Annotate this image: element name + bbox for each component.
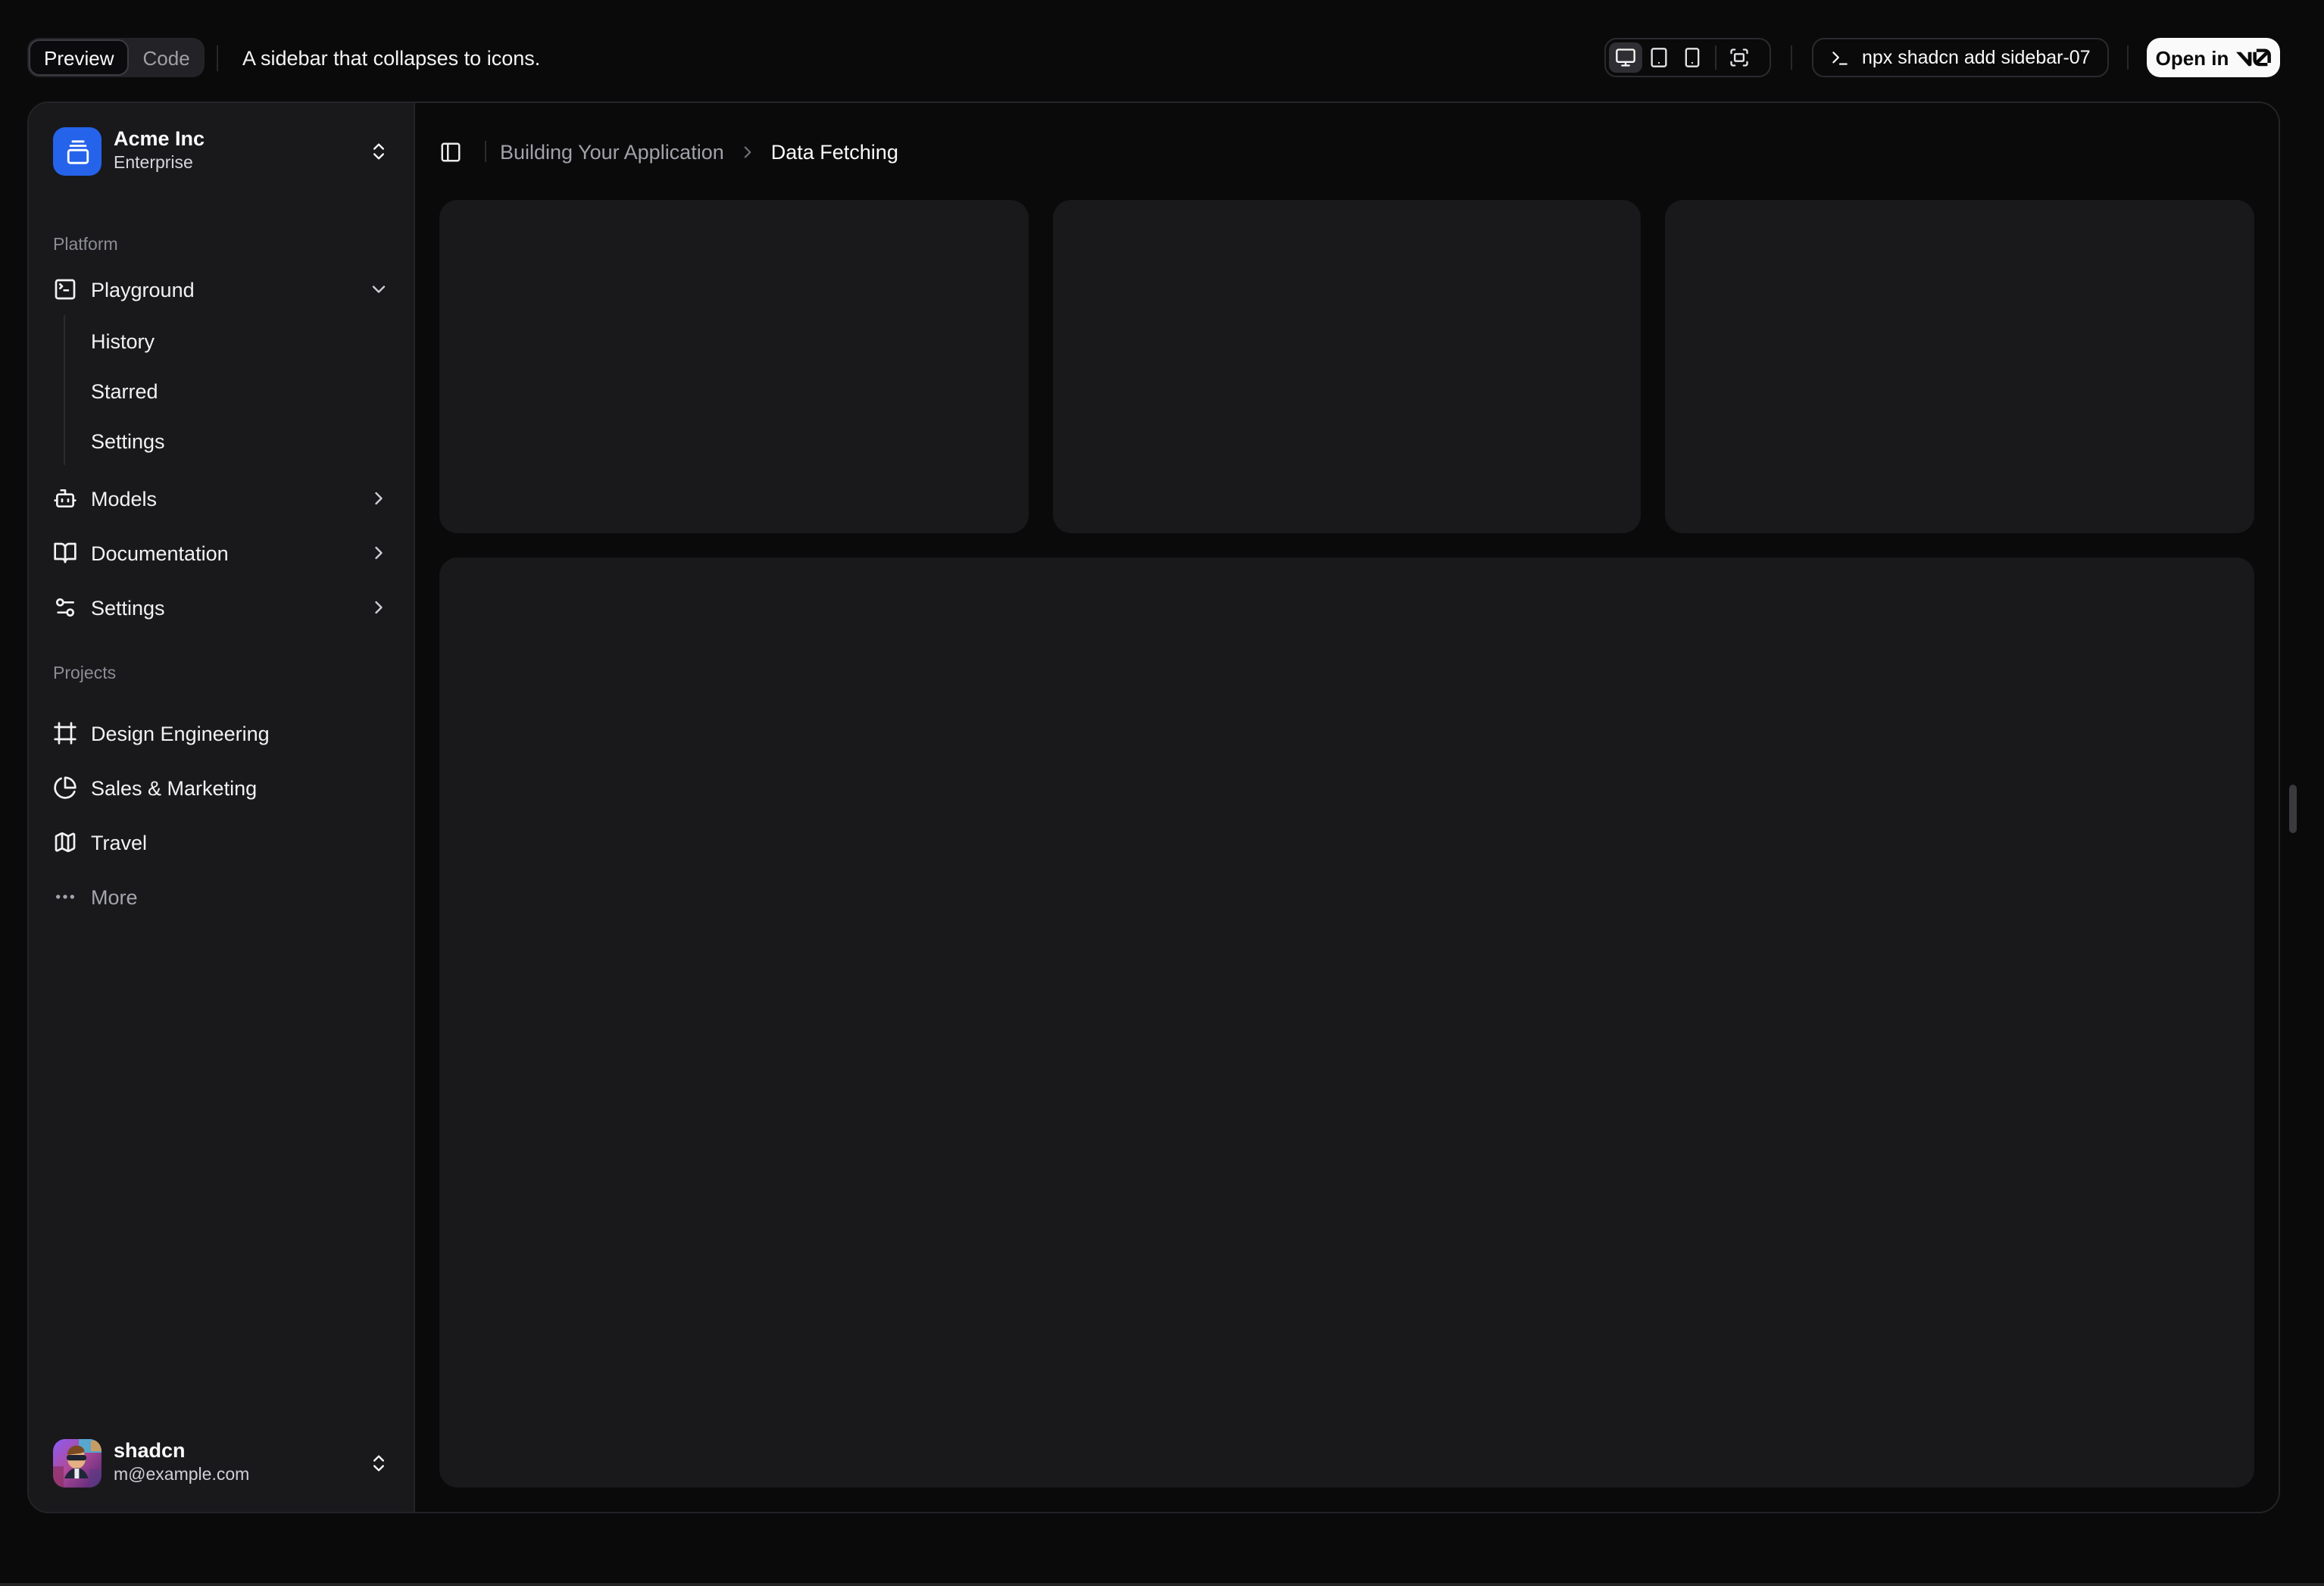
sidebar-item-design-engineering[interactable]: Design Engineering: [41, 709, 401, 757]
breadcrumb-page: Data Fetching: [770, 140, 898, 163]
sidebar-item-label: Settings: [91, 596, 165, 619]
settings-sliders-icon: [53, 595, 77, 620]
breadcrumb: Building Your Application Data Fetching: [500, 140, 898, 163]
chevrons-up-down-icon: [368, 1453, 389, 1474]
ellipsis-icon: [53, 885, 77, 909]
sidebar-item-sales-marketing[interactable]: Sales & Marketing: [41, 763, 401, 812]
book-open-icon: [53, 541, 77, 565]
install-command-button[interactable]: npx shadcn add sidebar-07: [1812, 38, 2109, 77]
desktop-view-button[interactable]: [1609, 42, 1642, 73]
app-sidebar: Acme Inc Enterprise Platform Playground: [29, 103, 415, 1512]
sidebar-item-label: Playground: [91, 278, 195, 301]
blocks-preview-page: Preview Code A sidebar that collapses to…: [0, 0, 2324, 1586]
chevrons-up-down-icon: [368, 141, 389, 162]
placeholder-card: [439, 200, 1029, 533]
device-size-toggle-group: [1604, 38, 1771, 77]
chevron-down-icon: [368, 279, 389, 300]
tab-code[interactable]: Code: [130, 39, 204, 76]
tablet-view-button[interactable]: [1642, 42, 1676, 73]
fullscreen-button[interactable]: [1723, 42, 1756, 73]
sidebar-item-settings[interactable]: Settings: [41, 583, 401, 632]
playground-submenu: History Starred Settings: [64, 315, 401, 465]
tab-preview[interactable]: Preview: [29, 39, 130, 76]
block-description: A sidebar that collapses to icons.: [242, 46, 541, 69]
sidebar-subitem-history[interactable]: History: [79, 317, 401, 365]
square-terminal-icon: [53, 277, 77, 301]
team-plan: Enterprise: [114, 155, 193, 173]
team-logo: [53, 127, 102, 176]
sidebar-subitem-settings[interactable]: Settings: [79, 417, 401, 465]
device-group-divider: [1715, 45, 1716, 70]
team-name: Acme Inc: [114, 127, 205, 151]
avatar: [53, 1439, 102, 1488]
user-menu-button[interactable]: shadcn m@example.com: [41, 1427, 401, 1500]
sidebar-item-models[interactable]: Models: [41, 474, 401, 523]
chevron-right-icon: [368, 542, 389, 564]
sidebar-item-more[interactable]: More: [41, 873, 401, 921]
sidebar-subitem-label: Starred: [91, 379, 158, 402]
fullscreen-icon: [1729, 47, 1750, 68]
content-area: [415, 200, 2279, 1512]
block-preview-frame: Acme Inc Enterprise Platform Playground: [27, 101, 2280, 1513]
placeholder-card-row: [439, 200, 2254, 533]
team-switcher-button[interactable]: Acme Inc Enterprise: [41, 115, 401, 188]
placeholder-card: [1665, 200, 2254, 533]
gallery-vertical-end-icon: [64, 139, 90, 164]
sidebar-group-label-projects: Projects: [53, 665, 117, 683]
sidebar-item-label: Sales & Marketing: [91, 776, 258, 799]
panel-left-icon: [439, 140, 461, 163]
open-in-v0-button[interactable]: Open in: [2147, 38, 2280, 77]
tablet-icon: [1648, 47, 1670, 68]
sidebar-item-playground[interactable]: Playground: [41, 265, 401, 314]
map-icon: [53, 830, 77, 854]
toolbar-divider: [2127, 45, 2129, 70]
smartphone-icon: [1682, 47, 1703, 68]
main-header: Building Your Application Data Fetching: [415, 103, 2279, 200]
view-toggle-group: Preview Code: [27, 38, 205, 77]
sidebar-item-travel[interactable]: Travel: [41, 818, 401, 866]
monitor-icon: [1615, 47, 1636, 68]
user-name: shadcn: [114, 1439, 186, 1463]
sidebar-group-label-platform: Platform: [53, 236, 118, 254]
breadcrumb-chevron-icon: [738, 142, 757, 161]
sidebar-item-label: Models: [91, 487, 158, 510]
placeholder-panel: [439, 557, 2254, 1488]
header-divider: [485, 141, 486, 162]
chevron-right-icon: [368, 597, 389, 618]
toolbar-divider: [1791, 45, 1792, 70]
page-scrollbar-thumb[interactable]: [2289, 785, 2297, 833]
user-email: m@example.com: [114, 1466, 250, 1485]
sidebar-item-label: Travel: [91, 831, 148, 854]
sidebar-toggle-button[interactable]: [429, 130, 471, 173]
v0-logo-icon: [2236, 48, 2272, 67]
next-section-edge: [0, 1583, 2324, 1586]
mobile-view-button[interactable]: [1676, 42, 1709, 73]
frame-icon: [53, 721, 77, 745]
toolbar-divider: [217, 45, 218, 71]
terminal-icon: [1830, 48, 1850, 67]
placeholder-card: [1052, 200, 1641, 533]
pie-chart-icon: [53, 776, 77, 800]
sidebar-subitem-label: History: [91, 329, 155, 352]
bot-icon: [53, 486, 77, 510]
sidebar-item-label: More: [91, 885, 138, 908]
open-in-label: Open in: [2155, 46, 2229, 69]
sidebar-item-label: Design Engineering: [91, 722, 270, 745]
chevron-right-icon: [368, 488, 389, 509]
main-content: Building Your Application Data Fetching: [415, 103, 2279, 1512]
sidebar-item-documentation[interactable]: Documentation: [41, 529, 401, 577]
sidebar-item-label: Documentation: [91, 542, 229, 564]
sidebar-subitem-starred[interactable]: Starred: [79, 367, 401, 415]
sidebar-subitem-label: Settings: [91, 429, 165, 452]
breadcrumb-section[interactable]: Building Your Application: [500, 140, 724, 163]
install-command-text: npx shadcn add sidebar-07: [1862, 47, 2091, 68]
